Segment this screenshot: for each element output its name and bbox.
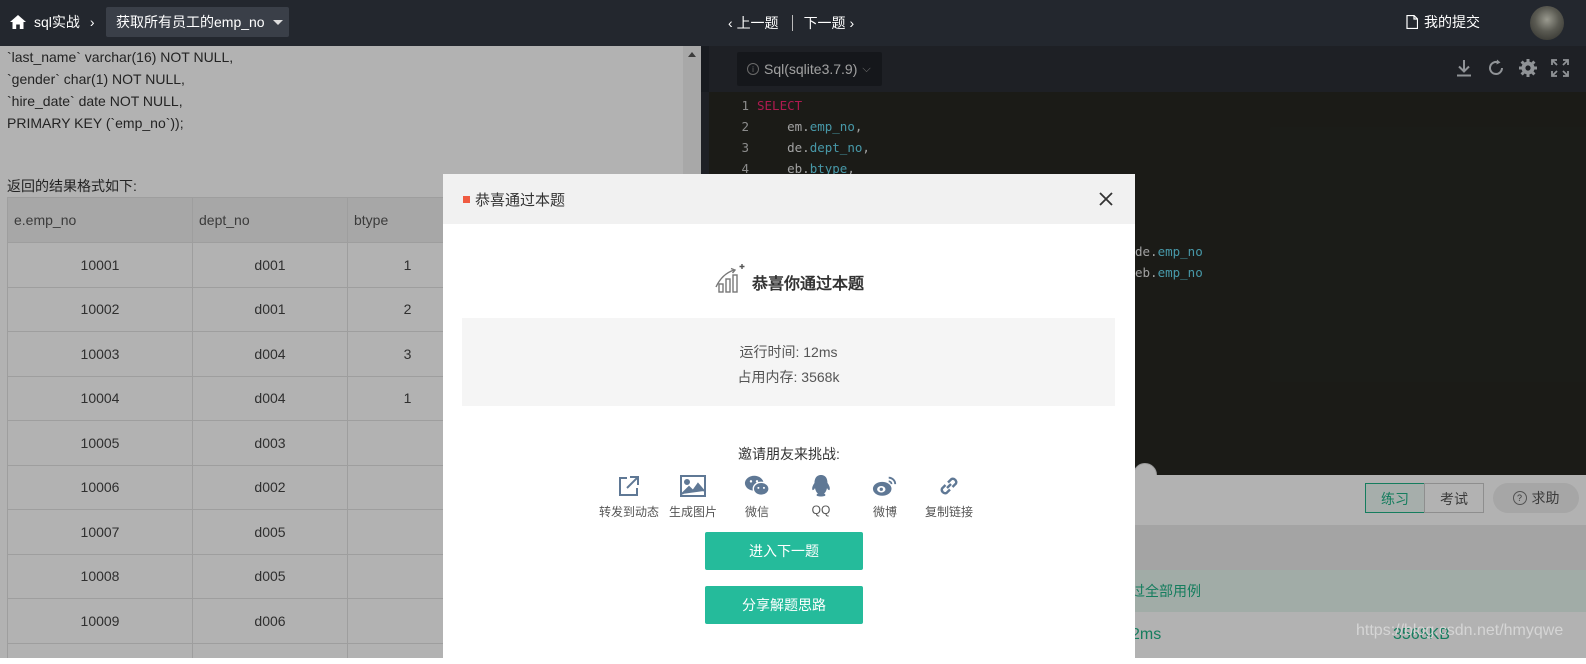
congrats-banner: 恭喜你通过本题	[443, 262, 1135, 294]
share-weibo[interactable]: 微博	[853, 473, 917, 520]
home-icon	[10, 15, 26, 29]
success-dialog: 恭喜通过本题 恭喜你通过本题 运行时间: 12ms 占用内存: 3568k 邀请…	[443, 174, 1135, 664]
home-breadcrumb[interactable]: sql实战 ›	[10, 12, 95, 32]
share-wechat[interactable]: 微信	[725, 473, 789, 520]
qq-icon	[808, 473, 834, 499]
share-options: 转发到动态 生成图片 微信 QQ 微博 复制链接	[597, 473, 981, 520]
memory-text: 占用内存: 3568k	[737, 369, 840, 385]
share-label: QQ	[811, 503, 831, 517]
dialog-title: 恭喜通过本题	[475, 191, 566, 209]
header-marker	[463, 195, 470, 203]
invite-label: 邀请朋友来挑战:	[738, 446, 840, 462]
dialog-header: 恭喜通过本题	[443, 174, 1135, 224]
next-problem-button[interactable]: 进入下一题	[705, 532, 863, 570]
prev-problem-link[interactable]: ‹ 上一题	[728, 13, 779, 33]
caret-down-icon	[272, 19, 283, 25]
share-icon	[616, 473, 642, 499]
share-label: 微信	[744, 505, 769, 519]
congrats-text: 恭喜你通过本题	[751, 276, 864, 293]
top-bar: sql实战 › 获取所有员工的emp_no ‹ 上一题 下一题 › 我的提交	[0, 0, 1586, 46]
chevron-right-icon: ›	[89, 14, 95, 30]
image-icon	[680, 473, 706, 499]
share-solution-button[interactable]: 分享解题思路	[705, 586, 863, 624]
next-label: 下一题	[803, 15, 846, 31]
run-stats: 运行时间: 12ms 占用内存: 3568k	[462, 318, 1115, 406]
copy-link[interactable]: 复制链接	[917, 473, 981, 520]
avatar[interactable]	[1530, 6, 1564, 40]
problem-nav: ‹ 上一题 下一题 ›	[728, 13, 854, 33]
document-icon	[1406, 15, 1418, 29]
my-submissions-label: 我的提交	[1424, 14, 1480, 30]
my-submissions-link[interactable]: 我的提交	[1406, 12, 1480, 32]
share-label: 生成图片	[668, 505, 717, 519]
prev-label: 上一题	[736, 15, 779, 31]
problem-select[interactable]: 获取所有员工的emp_no	[106, 7, 289, 37]
share-to-feed[interactable]: 转发到动态	[597, 473, 661, 520]
share-label: 转发到动态	[598, 505, 659, 519]
close-icon[interactable]	[1095, 188, 1117, 210]
link-icon	[936, 473, 962, 499]
wechat-icon	[744, 473, 770, 499]
watermark-url: https://blog.csdn.net/hmyqwe	[1356, 622, 1564, 639]
home-label: sql实战	[34, 14, 80, 30]
runtime-text: 运行时间: 12ms	[739, 344, 838, 360]
share-label: 复制链接	[924, 505, 973, 519]
next-problem-link[interactable]: 下一题 ›	[804, 13, 855, 33]
generate-image[interactable]: 生成图片	[661, 473, 725, 520]
growth-chart-icon	[715, 264, 745, 293]
nav-divider	[791, 15, 793, 31]
problem-title: 获取所有员工的emp_no	[116, 14, 265, 30]
share-qq[interactable]: QQ	[789, 473, 853, 520]
weibo-icon	[872, 473, 898, 499]
share-label: 微博	[872, 505, 897, 519]
